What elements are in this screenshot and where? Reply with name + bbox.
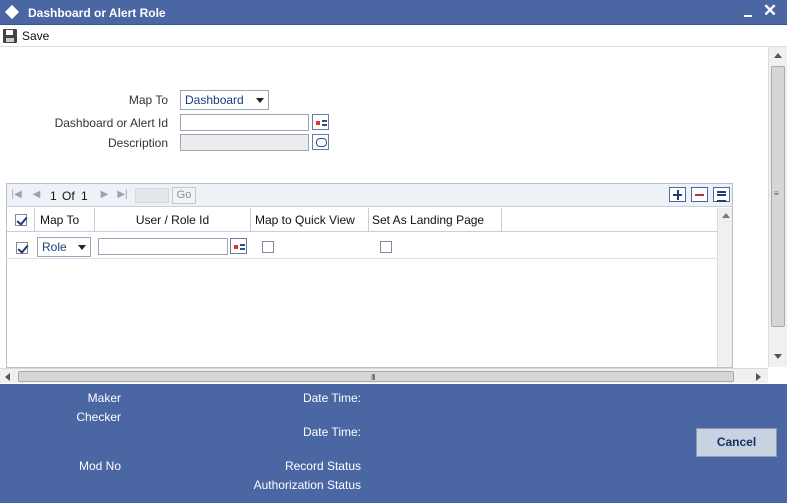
grid-header: Map To User / Role Id Map to Quick View …	[7, 208, 717, 232]
window-title: Dashboard or Alert Role	[28, 6, 166, 20]
previous-page-icon[interactable]: ◀	[31, 189, 42, 200]
go-button[interactable]: Go	[172, 187, 196, 204]
role-grid: |◀ ◀ 1 Of 1 ▶ ▶| Go Map To User / Role I…	[6, 183, 733, 368]
main-vertical-scrollbar[interactable]: ≡	[768, 47, 787, 367]
scroll-up-icon[interactable]	[722, 213, 730, 218]
grid-vertical-scrollbar[interactable]	[717, 208, 732, 367]
row-select-checkbox[interactable]	[16, 242, 28, 254]
scroll-up-icon[interactable]	[774, 53, 782, 58]
map-to-label: Map To	[128, 93, 168, 107]
select-all-cell	[7, 208, 35, 232]
minimize-button[interactable]	[741, 6, 755, 20]
row-user-role-id-lov-button[interactable]	[230, 238, 247, 254]
close-button[interactable]: ✕	[762, 2, 778, 20]
window-diamond-icon	[4, 4, 20, 20]
checker-datetime-label: Date Time:	[302, 425, 361, 439]
delete-row-button[interactable]	[691, 187, 708, 202]
vertical-scroll-thumb[interactable]: ≡	[771, 66, 785, 327]
pager-of: Of	[62, 189, 75, 203]
maker-datetime-label: Date Time:	[302, 391, 361, 405]
pager-total: 1	[81, 189, 88, 203]
row-user-role-id-input[interactable]	[98, 238, 228, 255]
record-status-label: Record Status	[284, 459, 361, 473]
column-map-to-quick-view[interactable]: Map to Quick View	[251, 208, 369, 232]
chevron-down-icon	[256, 98, 264, 103]
horizontal-scroll-thumb[interactable]: III	[18, 371, 734, 382]
chevron-down-icon	[78, 245, 86, 250]
dashboard-alert-id-label: Dashboard or Alert Id	[54, 116, 168, 130]
single-view-button[interactable]	[713, 187, 730, 202]
map-to-select[interactable]: Dashboard	[180, 90, 269, 110]
authorization-status-label: Authorization Status	[253, 478, 361, 492]
description-input	[180, 134, 309, 151]
row-map-to-select[interactable]: Role	[37, 237, 91, 257]
table-row: Role	[7, 233, 717, 259]
select-all-checkbox[interactable]	[15, 214, 27, 226]
grid-toolbar: |◀ ◀ 1 Of 1 ▶ ▶| Go	[7, 184, 732, 207]
last-page-icon[interactable]: ▶|	[117, 189, 128, 200]
cancel-button[interactable]: Cancel	[696, 428, 777, 457]
scroll-right-icon[interactable]	[756, 373, 761, 381]
column-set-as-landing-page[interactable]: Set As Landing Page	[369, 208, 502, 232]
maker-label: Maker	[87, 391, 121, 405]
map-to-select-value: Dashboard	[185, 93, 244, 107]
window-titlebar: Dashboard or Alert Role ✕	[0, 0, 787, 25]
next-page-icon[interactable]: ▶	[99, 189, 110, 200]
row-landing-page-checkbox[interactable]	[380, 241, 392, 253]
description-expand-button[interactable]	[312, 134, 329, 150]
toolbar: Save	[0, 25, 787, 47]
page-number-input[interactable]	[135, 188, 169, 203]
add-row-button[interactable]	[669, 187, 686, 202]
save-icon	[3, 29, 17, 43]
first-page-icon[interactable]: |◀	[11, 189, 22, 200]
scroll-left-icon[interactable]	[5, 373, 10, 381]
save-button[interactable]: Save	[3, 27, 49, 45]
column-map-to[interactable]: Map To	[35, 208, 95, 232]
pager-current: 1	[50, 189, 57, 203]
horizontal-scrollbar[interactable]: III	[0, 368, 768, 383]
dashboard-alert-id-lov-button[interactable]	[312, 114, 329, 130]
description-label: Description	[107, 136, 168, 150]
dashboard-alert-id-input[interactable]	[180, 114, 309, 131]
scroll-down-icon[interactable]	[774, 354, 782, 359]
save-label: Save	[22, 29, 50, 43]
row-map-to-value: Role	[42, 240, 67, 254]
column-user-role-id[interactable]: User / Role Id	[95, 208, 251, 232]
audit-footer: Maker Checker Mod No Date Time: Date Tim…	[0, 384, 787, 503]
checker-label: Checker	[76, 410, 121, 424]
mod-no-label: Mod No	[78, 459, 121, 473]
row-quick-view-checkbox[interactable]	[262, 241, 274, 253]
